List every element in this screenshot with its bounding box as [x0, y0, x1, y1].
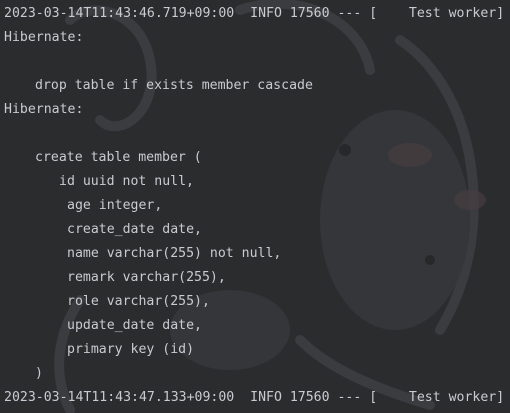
sql-column-update-date: update_date date, [67, 318, 202, 333]
log-line-hibernate-2: Hibernate: [4, 102, 84, 117]
sql-column-age: age integer, [67, 198, 163, 213]
sql-close-paren: ) [35, 366, 43, 381]
sql-column-id: id uuid not null, [59, 174, 194, 189]
console-output[interactable]: 2023-03-14T11:43:46.719+09:00 INFO 17560… [0, 0, 510, 413]
log-line-hibernate-1: Hibernate: [4, 30, 84, 45]
sql-column-remark: remark varchar(255), [67, 270, 226, 285]
sql-column-name: name varchar(255) not null, [67, 246, 282, 261]
log-line-timestamp-2: 2023-03-14T11:43:47.133+09:00 INFO 17560… [4, 390, 505, 405]
sql-column-create-date: create_date date, [67, 222, 202, 237]
sql-drop-table: drop table if exists member cascade [35, 78, 313, 93]
sql-create-table: create table member ( [35, 150, 202, 165]
log-line-timestamp-1: 2023-03-14T11:43:46.719+09:00 INFO 17560… [4, 6, 505, 21]
sql-column-role: role varchar(255), [67, 294, 210, 309]
sql-primary-key: primary key (id) [67, 342, 195, 357]
